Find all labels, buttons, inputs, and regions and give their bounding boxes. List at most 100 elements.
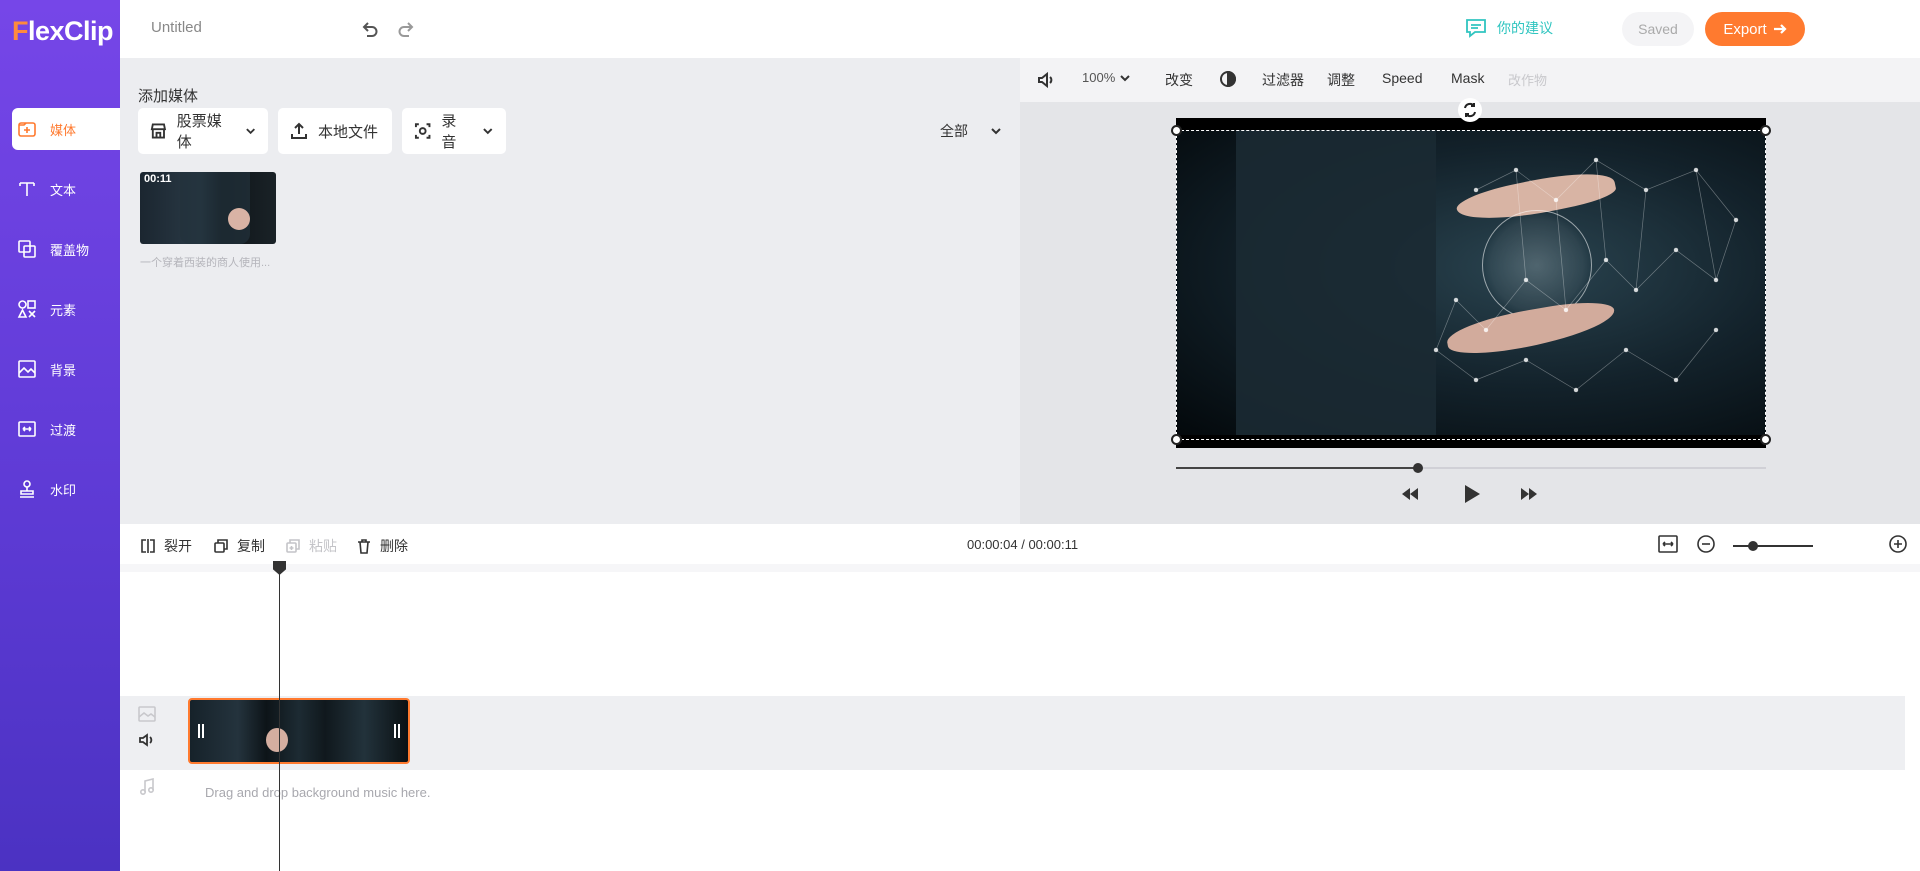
video-stage[interactable] <box>1176 118 1766 448</box>
saved-status: Saved <box>1622 12 1694 46</box>
export-button[interactable]: Export <box>1705 12 1805 46</box>
fast-forward-icon <box>1521 488 1537 500</box>
stock-media-label: 股票媒体 <box>176 113 222 151</box>
delete-button[interactable]: 删除 <box>356 536 408 556</box>
mask-label: Mask <box>1451 70 1485 86</box>
export-label: Export <box>1723 20 1767 38</box>
delete-label: 删除 <box>380 538 408 554</box>
sidebar-item-elements[interactable]: 元素 <box>12 288 120 330</box>
media-filter-dropdown[interactable]: 全部 <box>940 121 1002 141</box>
sidebar-item-label: 背景 <box>50 362 77 378</box>
video-frame <box>1176 130 1766 435</box>
clip-trim-handle-left[interactable] <box>198 724 204 738</box>
timeline-ruler[interactable] <box>120 564 1920 572</box>
sidebar-item-label: 水印 <box>50 482 77 498</box>
sidebar-item-label: 过渡 <box>50 422 77 438</box>
chevron-down-icon <box>1120 74 1130 81</box>
play-icon <box>1465 485 1480 503</box>
record-icon <box>414 123 431 139</box>
filter-button[interactable]: 过滤器 <box>1262 70 1304 90</box>
sidebar-item-overlay[interactable]: 覆盖物 <box>12 228 120 270</box>
copy-button[interactable]: 复制 <box>213 536 265 556</box>
feedback-icon <box>1466 19 1486 38</box>
playhead-handle[interactable] <box>273 561 286 575</box>
media-filter-label: 全部 <box>940 123 968 139</box>
paste-button[interactable]: 粘贴 <box>285 536 337 556</box>
app-logo[interactable]: FlexClip <box>12 16 114 47</box>
preview-progress-fill <box>1176 467 1418 469</box>
timeline: Drag and drop background music here. <box>120 561 1920 871</box>
suggestion-label: 你的建议 <box>1497 20 1553 36</box>
adjust-button[interactable]: 调整 <box>1327 70 1355 90</box>
speed-button[interactable]: Speed <box>1382 70 1422 86</box>
sidebar-item-label: 文本 <box>50 182 77 198</box>
zoom-in-icon[interactable] <box>1888 534 1908 559</box>
sidebar-item-background[interactable]: 背景 <box>12 348 120 390</box>
filter-label: 过滤器 <box>1262 72 1304 88</box>
preview-panel: 100% 改变 过滤器 调整 Speed Mask 改作物 <box>1020 58 1920 524</box>
local-file-label: 本地文件 <box>318 123 379 141</box>
play-button[interactable] <box>1463 484 1481 509</box>
transition-icon <box>16 418 38 440</box>
preview-progress-bar[interactable] <box>1176 463 1766 473</box>
track-volume-icon[interactable] <box>138 732 156 753</box>
redo-icon[interactable] <box>393 16 419 42</box>
preview-toolbar: 100% 改变 过滤器 调整 Speed Mask 改作物 <box>1020 58 1920 102</box>
chevron-down-icon <box>483 128 493 135</box>
sidebar-item-label: 元素 <box>50 302 77 318</box>
background-icon <box>16 358 38 380</box>
color-icon[interactable] <box>1219 70 1237 88</box>
timeline-zoom-slider[interactable] <box>1733 541 1813 551</box>
media-panel: 添加媒体 股票媒体 本地文件 录音 全部 00:11 一个穿着西装的商人使用..… <box>120 58 1020 524</box>
media-item-duration: 00:11 <box>144 173 172 185</box>
timeline-zoom-knob[interactable] <box>1748 541 1758 551</box>
copy-label: 复制 <box>237 538 265 554</box>
rewind-icon <box>1402 488 1418 500</box>
sidebar-item-media[interactable]: 媒体 <box>12 108 120 150</box>
media-item-caption: 一个穿着西装的商人使用... <box>140 257 271 269</box>
sidebar-item-transition[interactable]: 过渡 <box>12 408 120 450</box>
local-file-button[interactable]: 本地文件 <box>278 108 392 154</box>
media-panel-title: 添加媒体 <box>138 88 199 105</box>
split-button[interactable]: 裂开 <box>140 536 192 556</box>
sidebar: FlexClip 媒体 文本 覆盖物 元素 背景 过渡 水印 <box>0 0 120 871</box>
media-icon <box>16 118 38 140</box>
project-title[interactable]: Untitled <box>151 19 202 36</box>
volume-icon[interactable] <box>1036 70 1056 90</box>
sidebar-item-label: 覆盖物 <box>50 242 90 258</box>
video-clip[interactable] <box>188 698 410 764</box>
rotate-icon[interactable] <box>1458 98 1482 122</box>
stock-media-button[interactable]: 股票媒体 <box>138 108 268 154</box>
sidebar-item-watermark[interactable]: 水印 <box>12 468 120 510</box>
suggestion-link[interactable]: 你的建议 <box>1465 18 1553 38</box>
preview-progress-knob[interactable] <box>1412 463 1423 473</box>
paste-icon <box>286 539 300 553</box>
clip-trim-handle-right[interactable] <box>394 724 400 738</box>
record-button[interactable]: 录音 <box>402 108 506 154</box>
copy-icon <box>214 539 228 553</box>
header: Untitled 你的建议 Saved Export <box>120 0 1920 58</box>
zoom-dropdown[interactable]: 100% <box>1082 70 1131 85</box>
sidebar-item-text[interactable]: 文本 <box>12 168 120 210</box>
fast-forward-button[interactable] <box>1520 487 1538 506</box>
text-icon <box>16 178 38 200</box>
store-icon <box>150 123 167 139</box>
elements-icon <box>16 298 38 320</box>
crop-button[interactable]: 改作物 <box>1508 70 1547 89</box>
crop-label: 改作物 <box>1508 73 1548 88</box>
arrow-right-icon <box>1773 24 1787 34</box>
undo-icon[interactable] <box>357 16 383 42</box>
split-icon <box>141 539 155 553</box>
video-track <box>120 696 1905 770</box>
trash-icon <box>358 539 370 554</box>
change-button[interactable]: 改变 <box>1165 70 1193 90</box>
zoom-out-icon[interactable] <box>1696 534 1716 559</box>
rewind-button[interactable] <box>1401 487 1419 506</box>
overlay-icon <box>16 238 38 260</box>
chevron-down-icon <box>246 128 255 135</box>
mask-button[interactable]: Mask <box>1451 70 1484 86</box>
zoom-value: 100% <box>1082 70 1116 85</box>
upload-icon <box>291 122 307 139</box>
playhead[interactable] <box>279 564 280 871</box>
fit-timeline-icon[interactable] <box>1658 534 1678 559</box>
